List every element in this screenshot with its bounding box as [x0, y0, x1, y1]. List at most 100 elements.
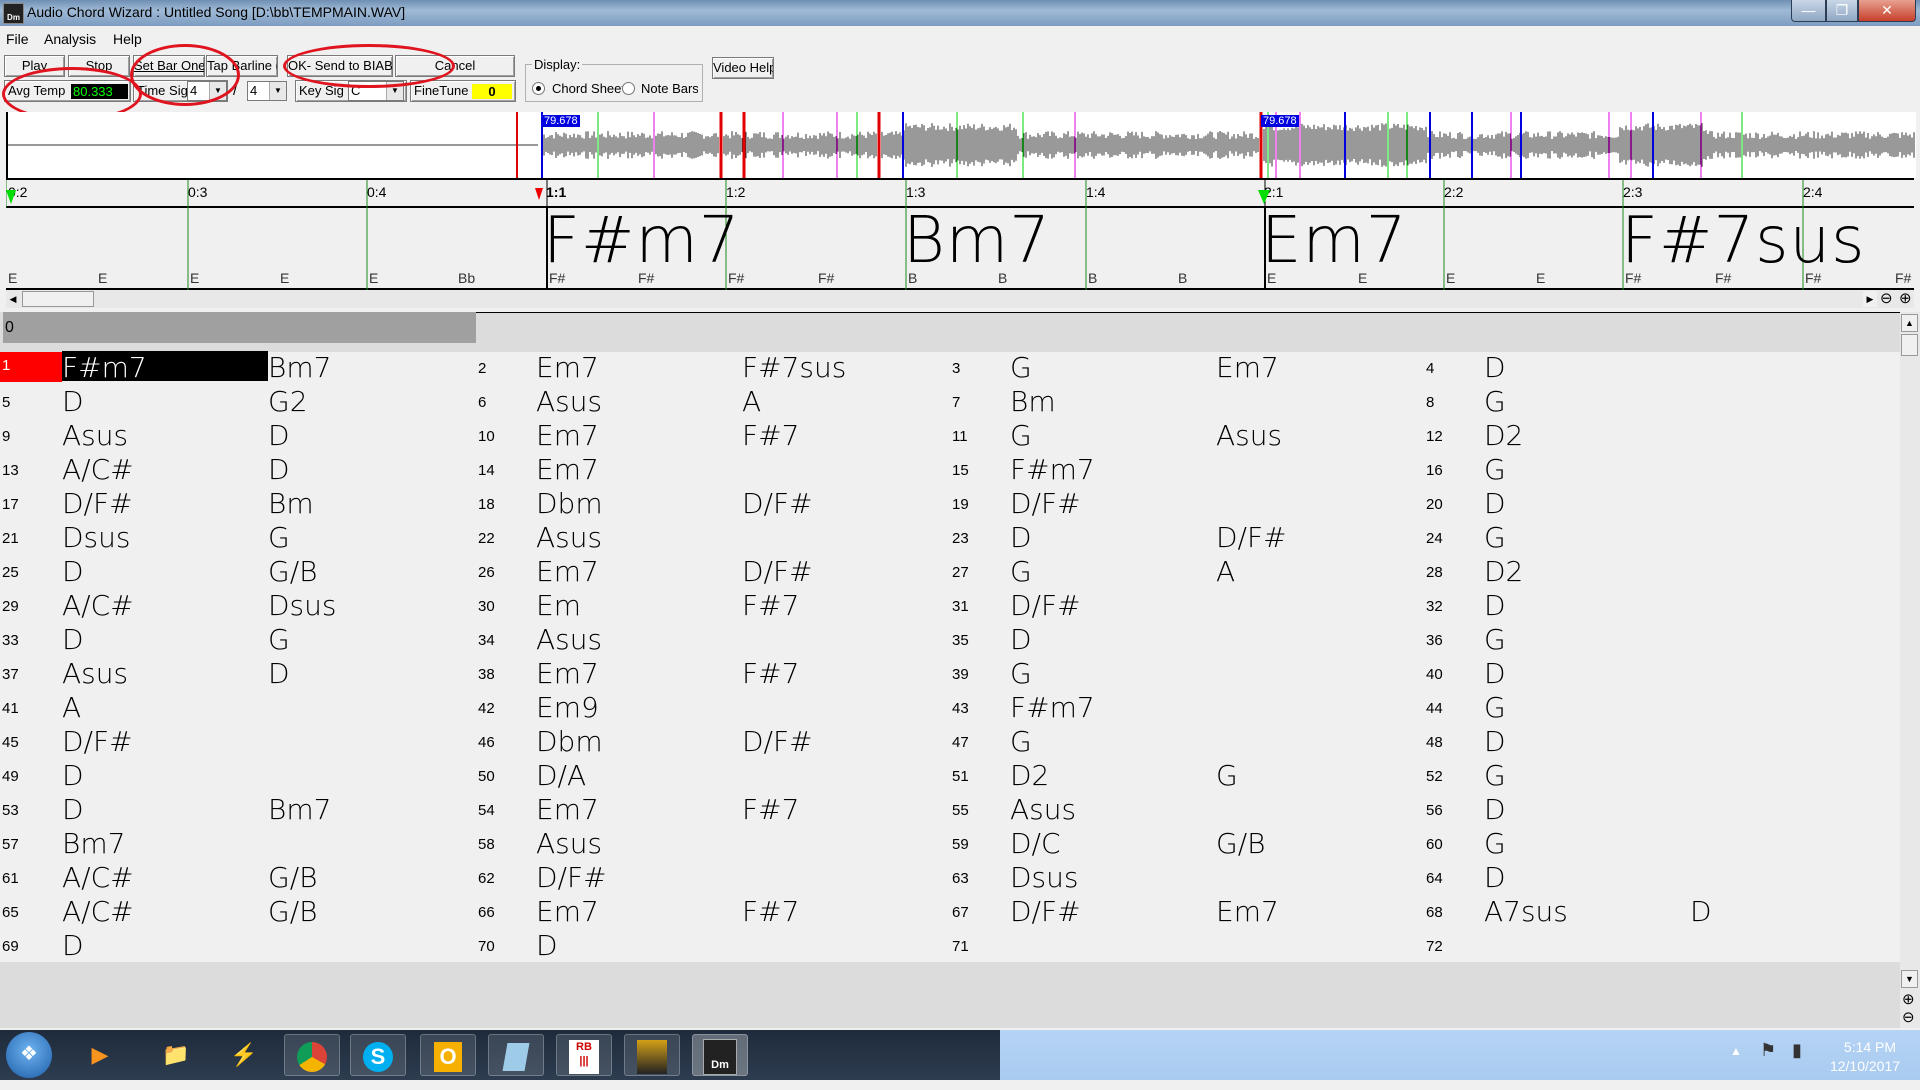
chord-cell[interactable]: D/F# [62, 487, 133, 520]
chord-cell[interactable]: Em7 [536, 555, 599, 588]
start-button[interactable]: ❖ [6, 1032, 52, 1078]
chord-cell[interactable]: A/C# [62, 589, 134, 622]
chord-cell[interactable]: G [1484, 691, 1506, 724]
taskbar-band-in-a-box[interactable] [624, 1034, 680, 1076]
zoom-out-icon[interactable]: ⊖ [1902, 1008, 1915, 1026]
start-marker-icon[interactable] [6, 190, 16, 204]
chord-cell[interactable]: Asus [536, 385, 602, 418]
chord-strip[interactable]: F#m7 Bm7 Em7 F#7sus E E E E E Bb F# F# F# F# B B B B E… [6, 204, 1914, 290]
chord-cell[interactable]: D2 [1484, 419, 1523, 452]
chord-cell[interactable]: D/F# [536, 861, 607, 894]
zoom-out-icon[interactable]: ⊖ [1880, 290, 1893, 308]
chord-cell[interactable]: Em [536, 589, 581, 622]
tap-barline-button[interactable]: Tap Barline (F8) [206, 55, 278, 77]
chord-cell[interactable]: Dsus [1010, 861, 1078, 894]
chord-cell[interactable]: G [1216, 759, 1238, 792]
chord-cell[interactable]: D [268, 419, 290, 452]
chord-cell[interactable]: Asus [536, 521, 602, 554]
chord-cell[interactable]: A/C# [62, 861, 134, 894]
chord-cell[interactable]: G [268, 521, 290, 554]
chord-cell[interactable]: D [1484, 487, 1506, 520]
chord-cell[interactable]: Dsus [62, 521, 130, 554]
chord-cell[interactable]: Em7 [1216, 351, 1279, 384]
chord-cell[interactable]: G [1010, 351, 1032, 384]
cancel-button[interactable]: Cancel [395, 55, 515, 77]
menu-file[interactable]: File [6, 31, 29, 47]
chord-cell[interactable]: Asus [1216, 419, 1282, 452]
scroll-down-icon[interactable]: ▼ [1901, 970, 1918, 988]
chord-cell[interactable]: G2 [268, 385, 308, 418]
horizontal-scrollbar[interactable]: ◀ ▶ ⊖ ⊕ [6, 290, 1914, 308]
vertical-scrollbar[interactable]: ▲ ▼ ⊕ ⊖ [1900, 312, 1920, 1028]
play-button[interactable]: Play [4, 55, 65, 77]
chord-cell[interactable]: G [1484, 827, 1506, 860]
chord-cell[interactable]: G [1010, 555, 1032, 588]
chord-cell[interactable]: D [1484, 351, 1506, 384]
chord-cell[interactable]: Em7 [536, 453, 599, 486]
chord-cell[interactable]: Asus [1010, 793, 1076, 826]
section-bar-fill[interactable]: 0 [3, 312, 476, 343]
waveform-view[interactable]: 79.678 79.678 [6, 112, 1916, 178]
chord-cell[interactable]: A [1216, 555, 1235, 588]
chord-cell[interactable]: D [62, 385, 84, 418]
chord-cell[interactable]: D [1690, 895, 1712, 928]
menu-help[interactable]: Help [113, 31, 142, 47]
chord-cell[interactable]: D [62, 759, 84, 792]
set-bar-one-button[interactable]: Set Bar One [133, 55, 205, 77]
chord-cell[interactable]: D [62, 793, 84, 826]
taskbar-winamp[interactable]: ⚡ [216, 1034, 272, 1076]
chord-cell[interactable]: D/F# [62, 725, 133, 758]
chord-cell[interactable]: Asus [62, 657, 128, 690]
chord-cell[interactable]: F#7 [742, 589, 799, 622]
chord-cell[interactable]: G [1010, 657, 1032, 690]
scroll-up-icon[interactable]: ▲ [1901, 314, 1918, 332]
chord-cell[interactable]: Em9 [536, 691, 599, 724]
action-center-icon[interactable]: ⚑ [1760, 1040, 1776, 1061]
chord-cell[interactable]: Asus [62, 419, 128, 452]
chord-cell[interactable]: Bm7 [268, 793, 331, 826]
chord-cell[interactable]: D [62, 929, 84, 962]
chord-cell[interactable]: G/B [268, 895, 317, 928]
time-sig-denominator-select[interactable]: 4 ▼ [247, 81, 287, 101]
stop-button[interactable]: Stop [68, 55, 130, 77]
chord-cell[interactable]: Asus [536, 623, 602, 656]
chord-cell[interactable]: F#m7 [62, 351, 268, 384]
chord-cell[interactable]: G [1010, 725, 1032, 758]
chord-cell[interactable]: Bm [1010, 385, 1056, 418]
taskbar-chrome[interactable] [284, 1034, 340, 1076]
chord-cell[interactable]: F#7 [742, 895, 799, 928]
clock-date[interactable]: 12/10/2017 [1820, 1058, 1910, 1074]
ok-send-to-biab-button[interactable]: OK- Send to BIAB [287, 55, 393, 77]
chord-cell[interactable]: D [62, 555, 84, 588]
chord-cell[interactable]: F#m7 [1010, 691, 1095, 724]
taskbar-notepad[interactable] [488, 1034, 544, 1076]
taskbar-realband[interactable]: RB ||| [556, 1034, 612, 1076]
chord-cell[interactable]: G/B [1216, 827, 1265, 860]
chord-cell[interactable]: D/F# [742, 555, 813, 588]
chord-cell[interactable]: D [1484, 725, 1506, 758]
chord-cell[interactable]: D/F# [742, 725, 813, 758]
chord-cell[interactable]: G [1484, 385, 1506, 418]
chord-cell[interactable]: D [268, 453, 290, 486]
taskbar-outlook[interactable]: O [420, 1034, 476, 1076]
chord-cell[interactable]: D/F# [1010, 895, 1081, 928]
chord-cell[interactable]: G/B [268, 555, 317, 588]
chord-cell[interactable]: Bm [268, 487, 314, 520]
playhead-marker-icon[interactable] [1258, 190, 1270, 204]
chord-cell[interactable]: Dsus [268, 589, 336, 622]
chord-cell[interactable]: D/F# [742, 487, 813, 520]
taskbar-audio-chord-wizard[interactable]: Dm [692, 1034, 748, 1076]
vscroll-thumb[interactable] [1901, 334, 1918, 356]
chord-cell[interactable]: D/F# [1010, 487, 1081, 520]
chord-cell[interactable]: D [62, 623, 84, 656]
key-sig-select[interactable]: C ▼ [348, 81, 404, 101]
chord-cell[interactable]: G [268, 623, 290, 656]
chord-cell[interactable]: Bm7 [62, 827, 125, 860]
finetune-value[interactable]: 0 [472, 84, 512, 99]
minimize-button[interactable]: — [1791, 0, 1826, 22]
chord-cell[interactable]: G/B [268, 861, 317, 894]
chord-cell[interactable]: D/A [536, 759, 586, 792]
chord-cell[interactable]: G [1484, 521, 1506, 554]
avg-tempo-value[interactable]: 80.333 [71, 84, 128, 99]
bar-one-marker-icon[interactable] [535, 188, 543, 200]
